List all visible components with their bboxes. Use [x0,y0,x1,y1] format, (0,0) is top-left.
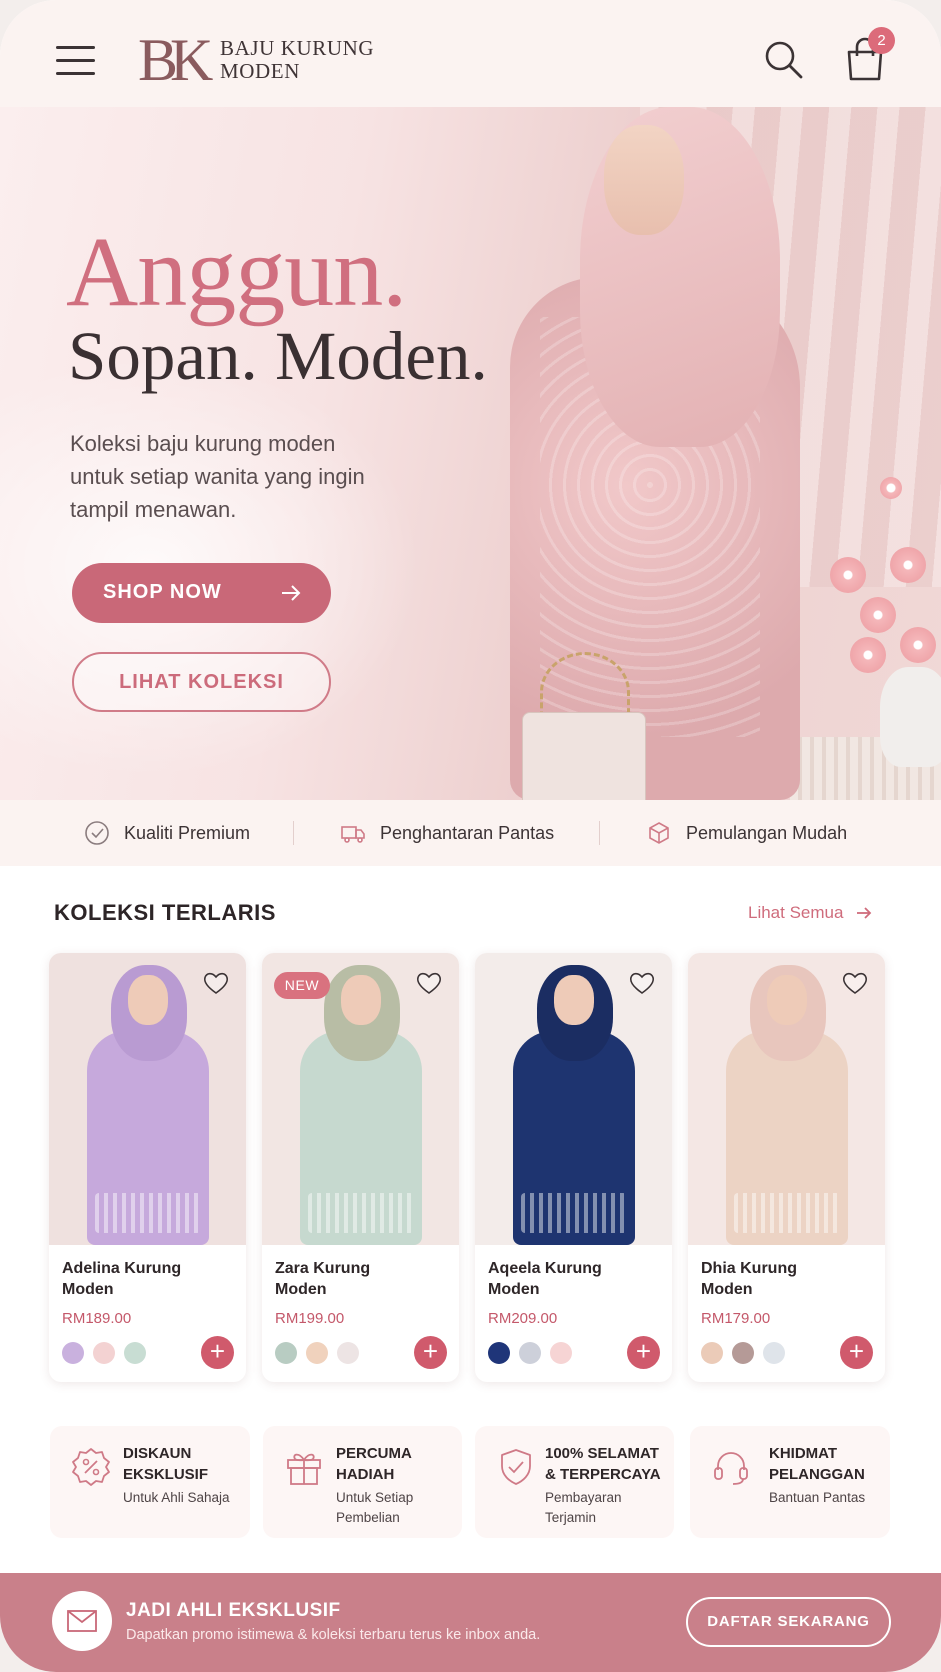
benefit-card: KHIDMAT PELANGGAN Bantuan Pantas [690,1426,890,1538]
product-card[interactable]: NEW Zara Kurung Moden RM199.00 + [262,953,459,1382]
top-header: BK BAJU KURUNG MODEN 2 [0,0,941,107]
newsletter-subtitle: Dapatkan promo istimewa & koleksi terbar… [126,1627,541,1643]
product-card[interactable]: Aqeela Kurung Moden RM209.00 + [475,953,672,1382]
product-name[interactable]: Zara Kurung Moden [275,1258,425,1300]
handbag [522,712,646,800]
color-swatch[interactable] [93,1342,115,1364]
color-swatch[interactable] [550,1342,572,1364]
app-screen: BK BAJU KURUNG MODEN 2 Anggun. Sopan. Mo… [0,0,941,1672]
feature-premium-quality: Kualiti Premium [84,800,250,866]
check-circle-icon [85,821,109,845]
view-collection-label: LIHAT KOLEKSI [119,671,284,693]
color-swatch[interactable] [62,1342,84,1364]
benefit-card: DISKAUN EKSKLUSIF Untuk Ahli Sahaja [50,1426,250,1538]
gift-icon [287,1453,321,1485]
hero-headline: Anggun. [66,216,407,327]
mail-icon [67,1610,97,1632]
feature-label: Penghantaran Pantas [380,822,555,843]
add-to-cart-button[interactable]: + [201,1336,234,1369]
mail-icon-badge [52,1591,112,1651]
product-name[interactable]: Adelina Kurung Moden [62,1258,212,1300]
product-card[interactable]: Dhia Kurung Moden RM179.00 + [688,953,885,1382]
product-price: RM199.00 [275,1310,345,1327]
product-card[interactable]: Adelina Kurung Moden RM189.00 + [49,953,246,1382]
newsletter-title: JADI AHLI EKSKLUSIF [126,1600,341,1621]
feature-fast-delivery: Penghantaran Pantas [340,800,554,866]
add-to-cart-button[interactable]: + [627,1336,660,1369]
color-swatch[interactable] [701,1342,723,1364]
benefit-title: KHIDMAT PELANGGAN [769,1445,865,1483]
color-swatch[interactable] [488,1342,510,1364]
benefit-subtitle: Untuk Ahli Sahaja [123,1490,230,1505]
color-swatch[interactable] [519,1342,541,1364]
product-price: RM209.00 [488,1310,558,1327]
benefit-card: PERCUMA HADIAH Untuk Setiap Pembelian [263,1426,462,1538]
hero-subheadline: Sopan. Moden. [68,318,488,394]
product-price: RM179.00 [701,1310,771,1327]
product-name[interactable]: Dhia Kurung Moden [701,1258,851,1300]
color-swatch[interactable] [337,1342,359,1364]
color-swatch[interactable] [732,1342,754,1364]
color-swatch[interactable] [275,1342,297,1364]
color-swatch[interactable] [124,1342,146,1364]
add-to-cart-button[interactable]: + [414,1336,447,1369]
color-swatch[interactable] [306,1342,328,1364]
benefit-subtitle: Untuk Setiap Pembelian [336,1490,414,1525]
arrow-right-icon [282,585,301,601]
hamburger-menu-icon[interactable] [56,46,96,76]
shield-check-icon [501,1449,531,1485]
see-all-label: Lihat Semua [748,903,844,922]
product-price: RM189.00 [62,1310,132,1327]
headset-icon [714,1452,748,1485]
arrow-right-icon [857,907,872,919]
truck-icon [341,826,365,843]
benefit-title: DISKAUN EKSKLUSIF [123,1445,209,1483]
benefit-title: PERCUMA HADIAH [336,1445,412,1483]
feature-label: Kualiti Premium [124,822,251,843]
add-to-cart-button[interactable]: + [840,1336,873,1369]
benefit-title: 100% SELAMAT & TERPERCAYA [545,1445,661,1483]
benefit-subtitle: Pembayaran Terjamin [545,1490,622,1525]
color-swatch[interactable] [763,1342,785,1364]
newsletter-banner: JADI AHLI EKSKLUSIF Dapatkan promo istim… [0,1573,941,1672]
heart-icon[interactable] [415,969,443,997]
brand-name-line2: MODEN [220,59,300,83]
new-badge: NEW [274,972,330,999]
shop-now-label: SHOP NOW [103,581,222,603]
box-icon [649,822,669,844]
brand-name: BAJU KURUNG MODEN [220,37,374,83]
discount-badge-icon [72,1448,110,1486]
feature-easy-returns: Pemulangan Mudah [646,800,847,866]
benefit-subtitle: Bantuan Pantas [769,1490,866,1505]
brand-logo[interactable]: BK BAJU KURUNG MODEN [138,30,378,90]
section-title: KOLEKSI TERLARIS [54,900,276,925]
benefit-card: 100% SELAMAT & TERPERCAYA Pembayaran Ter… [475,1426,674,1538]
brand-name-line1: BAJU KURUNG [220,36,375,60]
logo-monogram: BK [138,27,213,93]
divider [599,821,600,845]
hero-description: Koleksi baju kurung moden untuk setiap w… [70,431,365,522]
heart-icon[interactable] [202,969,230,997]
heart-icon[interactable] [841,969,869,997]
shop-now-button[interactable]: SHOP NOW [72,563,331,623]
heart-icon[interactable] [628,969,656,997]
register-now-button[interactable]: DAFTAR SEKARANG [686,1597,891,1647]
divider [293,821,294,845]
feature-label: Pemulangan Mudah [686,822,848,843]
see-all-link[interactable]: Lihat Semua [748,903,873,923]
flower-bouquet [820,437,941,687]
features-strip: Kualiti Premium Penghantaran Pantas Pemu… [0,800,941,866]
search-icon[interactable] [762,38,806,82]
hero-banner: Anggun. Sopan. Moden. Koleksi baju kurun… [0,107,941,800]
product-name[interactable]: Aqeela Kurung Moden [488,1258,638,1300]
view-collection-button[interactable]: LIHAT KOLEKSI [72,652,331,712]
cart-count-badge: 2 [868,27,895,54]
